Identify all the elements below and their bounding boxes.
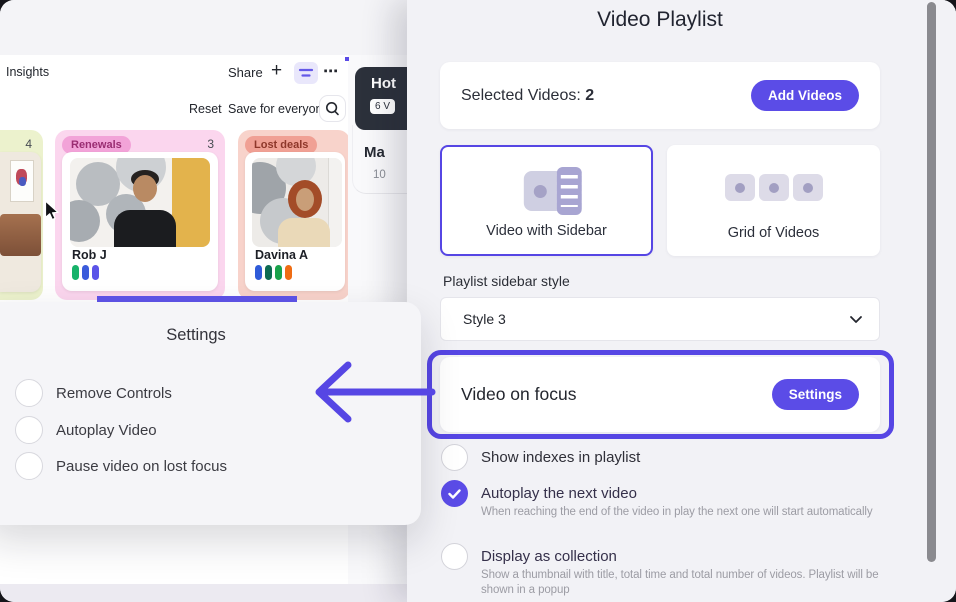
settings-popup: Settings Remove Controls Autoplay Video … [0, 302, 421, 525]
video-thumbnail [252, 158, 342, 247]
search-button[interactable] [319, 95, 346, 122]
kanban-column-1[interactable]: 4 [0, 130, 43, 300]
kanban-column-renewals[interactable]: Renewals 3 Rob J [55, 130, 225, 300]
wall-panel [70, 200, 100, 242]
video-playlist-drawer: Video Playlist Selected Videos: 2 Add Vi… [407, 0, 956, 602]
selection-corner-dot [345, 57, 349, 61]
person-body [114, 210, 176, 247]
popup-option-pause-on-lost-focus[interactable]: Pause video on lost focus [15, 452, 227, 480]
layout-option-grid-of-videos[interactable]: Grid of Videos [667, 145, 880, 256]
bed-image [0, 214, 41, 256]
poster-image [10, 160, 34, 202]
checkbox-display-collection[interactable] [441, 543, 468, 570]
layout-option-label: Grid of Videos [667, 225, 880, 241]
add-icon[interactable]: + [271, 60, 282, 82]
selected-videos-text: Selected Videos: [461, 87, 581, 104]
drawer-scrollbar[interactable] [927, 2, 936, 562]
tag-dots [255, 265, 292, 280]
wall-edge [328, 158, 342, 247]
popup-option-label: Remove Controls [56, 385, 172, 402]
popup-option-remove-controls[interactable]: Remove Controls [15, 379, 172, 407]
filter-button[interactable] [294, 62, 318, 84]
reset-button[interactable]: Reset [189, 102, 222, 116]
popup-option-label: Autoplay Video [56, 422, 157, 439]
video-card-davina[interactable]: Davina A [245, 152, 345, 291]
preview-video-name: Ma [364, 144, 385, 161]
grid-of-videos-icon [725, 174, 823, 201]
option-description: Show a thumbnail with title, total time … [481, 568, 905, 598]
chevron-down-icon [849, 315, 863, 324]
column-count: 3 [207, 137, 214, 151]
search-icon [325, 101, 340, 116]
yellow-wall [172, 158, 210, 247]
playlist-title: Hot [371, 75, 396, 92]
filter-icon [298, 66, 314, 80]
column-count: 4 [25, 137, 32, 151]
checkbox-autoplay-next[interactable] [441, 480, 468, 507]
video-with-sidebar-icon [523, 171, 563, 211]
poster-art-2 [19, 177, 26, 186]
settings-popup-title: Settings [0, 326, 408, 345]
bottom-band [0, 584, 410, 602]
checkbox-pause-lost-focus[interactable] [15, 452, 43, 480]
check-icon [448, 489, 461, 499]
popup-option-label: Pause video on lost focus [56, 458, 227, 475]
video-card-rob[interactable]: Rob J [62, 152, 218, 291]
checkbox-autoplay-video[interactable] [15, 416, 43, 444]
save-for-everyone-button[interactable]: Save for everyone [228, 102, 329, 116]
selected-videos-card: Selected Videos: 2 Add Videos [440, 62, 880, 129]
checkbox-show-indexes[interactable] [441, 444, 468, 471]
preview-video-number: 10 [373, 169, 386, 181]
video-thumbnail [70, 158, 210, 247]
select-value: Style 3 [463, 311, 506, 327]
popup-option-autoplay-video[interactable]: Autoplay Video [15, 416, 157, 444]
selected-videos-count: 2 [585, 87, 594, 104]
sidebar-style-select[interactable]: Style 3 [440, 297, 880, 341]
drawer-title: Video Playlist [440, 8, 880, 32]
more-options-icon[interactable]: ⋯ [323, 62, 339, 80]
insights-title: Insights [6, 65, 49, 79]
video-count-badge: 6 V [370, 99, 395, 114]
video-card-name: Davina A [255, 248, 308, 262]
playlist-sidebar-style-label: Playlist sidebar style [443, 273, 570, 289]
video-card-name: Rob J [72, 248, 107, 262]
person-face [133, 175, 157, 202]
person-face [296, 188, 314, 211]
option-description: When reaching the end of the video in pl… [481, 505, 905, 520]
layout-option-video-with-sidebar[interactable]: Video with Sidebar [440, 145, 653, 256]
share-button[interactable]: Share [228, 65, 263, 80]
checkbox-remove-controls[interactable] [15, 379, 43, 407]
add-videos-button[interactable]: Add Videos [751, 80, 859, 111]
person-body [278, 218, 330, 247]
highlight-border [427, 350, 894, 439]
selected-videos-label: Selected Videos: 2 [461, 87, 594, 105]
option-label[interactable]: Show indexes in playlist [481, 449, 640, 466]
kanban-column-lost-deals[interactable]: Lost deals Davina A [238, 130, 348, 300]
option-label[interactable]: Display as collection [481, 548, 617, 565]
layout-option-label: Video with Sidebar [442, 223, 651, 239]
kanban-card[interactable] [0, 152, 41, 292]
tag-dots [72, 265, 99, 280]
app-screen: Insights Share + ⋯ Reset Save for everyo… [0, 0, 956, 602]
option-label[interactable]: Autoplay the next video [481, 485, 637, 502]
